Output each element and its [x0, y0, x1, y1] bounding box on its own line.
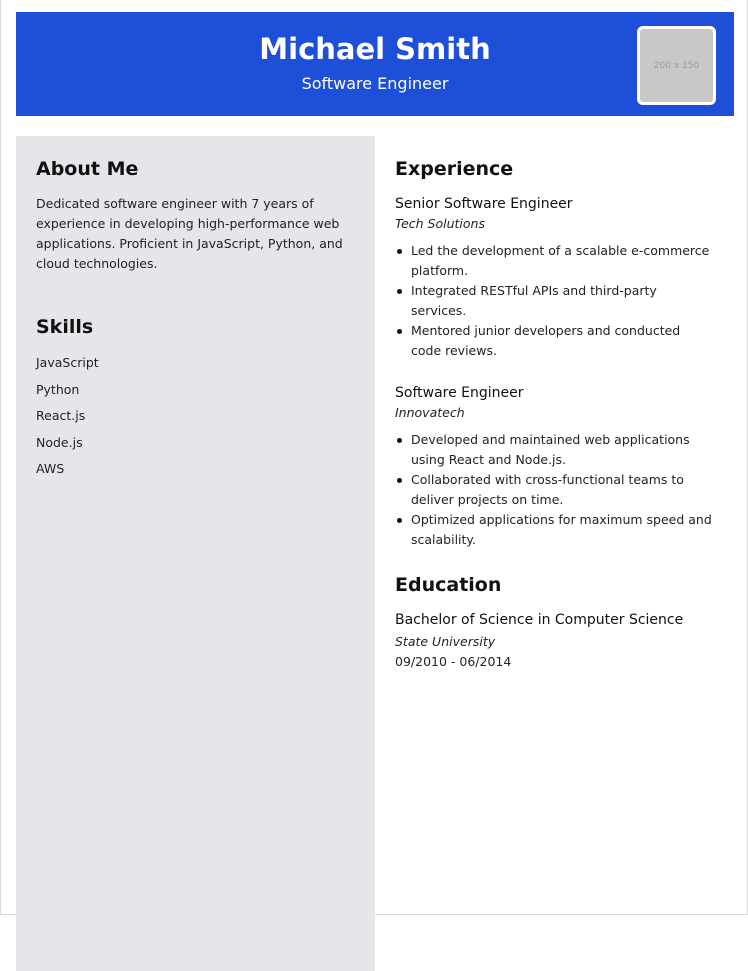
candidate-role: Software Engineer [301, 74, 449, 93]
job-title: Software Engineer [395, 385, 524, 401]
skill-item: Python [36, 381, 80, 397]
job-entry: Software Engineer Innovatech Developed a… [395, 383, 714, 550]
job-duty: Optimized applications for maximum speed… [395, 510, 714, 550]
resume-main: Experience Senior Software Engineer Tech… [375, 136, 734, 672]
skill-item: JavaScript [36, 355, 99, 370]
job-duty: Integrated RESTful APIs and third-party … [395, 281, 714, 321]
about-title: About Me [36, 158, 139, 180]
job-duty: Collaborated with cross-functional teams… [395, 470, 714, 510]
photo-placeholder-label: 200 x 150 [653, 60, 700, 71]
about-text: Dedicated software engineer with 7 years… [36, 196, 343, 271]
skills-title: Skills [36, 316, 94, 338]
job-title: Senior Software Engineer [395, 196, 573, 212]
job-duty: Mentored junior developers and conducted… [395, 321, 714, 361]
experience-section: Experience Senior Software Engineer Tech… [395, 156, 714, 550]
education-school: State University [395, 634, 496, 649]
experience-title: Experience [395, 158, 514, 180]
education-title: Education [395, 574, 502, 596]
job-duties: Developed and maintained web application… [395, 430, 714, 550]
job-duty: Led the development of a scalable e-comm… [395, 241, 714, 281]
job-duties: Led the development of a scalable e-comm… [395, 241, 714, 361]
education-dates: 09/2010 - 06/2014 [395, 654, 512, 669]
about-section: About Me Dedicated software engineer wit… [36, 156, 355, 274]
skill-item: AWS [36, 461, 65, 476]
education-degree: Bachelor of Science in Computer Science [395, 612, 684, 628]
resume-header: Michael Smith Software Engineer 200 x 15… [16, 12, 734, 116]
job-duty: Developed and maintained web application… [395, 430, 714, 470]
skills-section: Skills JavaScript Python React.js Node.j… [36, 314, 355, 483]
profile-photo-placeholder: 200 x 150 [637, 26, 716, 105]
skill-item: React.js [36, 408, 86, 423]
candidate-name: Michael Smith [259, 32, 491, 66]
skill-item: Node.js [36, 434, 83, 450]
job-entry: Senior Software Engineer Tech Solutions … [395, 194, 714, 361]
job-company: Tech Solutions [395, 216, 485, 231]
job-company: Innovatech [395, 405, 465, 420]
education-section: Education Bachelor of Science in Compute… [395, 572, 714, 672]
resume-sidebar: About Me Dedicated software engineer wit… [16, 136, 375, 971]
